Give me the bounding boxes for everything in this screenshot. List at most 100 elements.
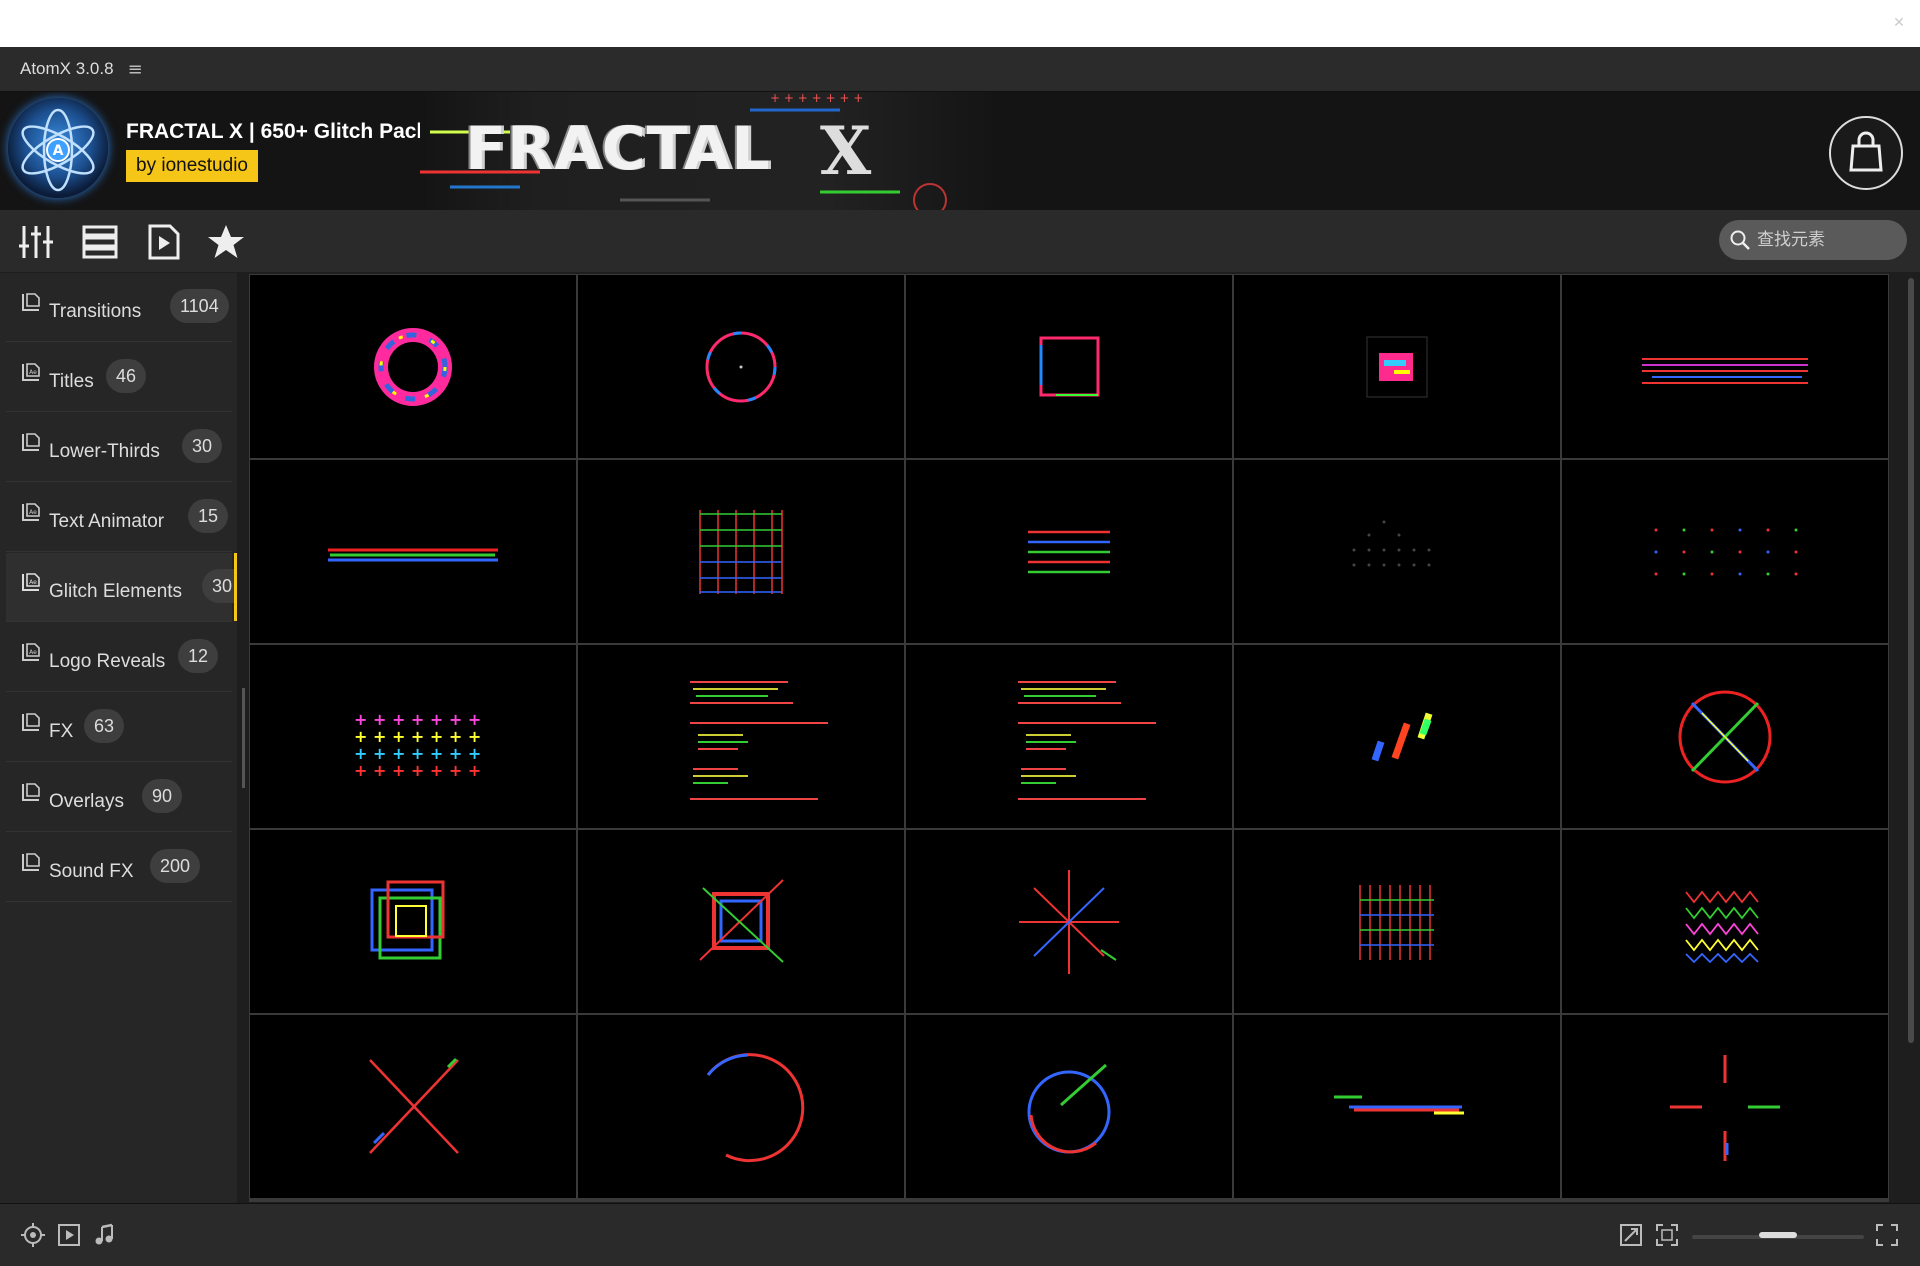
- mixer-sliders-icon[interactable]: [16, 222, 56, 262]
- app-title: AtomX 3.0.8: [20, 59, 114, 78]
- glitch-x-thumbnail[interactable]: [250, 1015, 576, 1198]
- category-label: Overlays: [49, 791, 124, 812]
- play-icon[interactable]: [56, 1222, 82, 1248]
- author-badge[interactable]: by ionestudio: [126, 150, 258, 182]
- glitch-square-x-thumbnail[interactable]: [578, 830, 904, 1013]
- author-name: ionestudio: [161, 155, 248, 176]
- svg-text:Ae: Ae: [29, 509, 37, 516]
- category-count-badge: 1104: [170, 289, 229, 323]
- svg-text:Ae: Ae: [29, 649, 37, 656]
- status-bar: [0, 1203, 1920, 1266]
- premiere-folder-icon: [22, 783, 40, 801]
- category-fx[interactable]: FX 63: [6, 693, 232, 762]
- glitch-waves-thumbnail[interactable]: [1562, 830, 1888, 1013]
- zoom-slider[interactable]: [1692, 1232, 1864, 1239]
- category-logo-reveals[interactable]: Ae Logo Reveals 12: [6, 623, 232, 692]
- glitch-mesh-thumbnail[interactable]: [1234, 830, 1560, 1013]
- after-effects-folder-icon: Ae: [22, 363, 40, 381]
- grid-scrollbar-thumb[interactable]: [1908, 278, 1914, 1043]
- media-file-icon[interactable]: [144, 222, 184, 262]
- category-label: Glitch Elements: [49, 581, 183, 602]
- toolbar: [0, 210, 1920, 272]
- window-top-strip: ✕: [0, 0, 1920, 47]
- after-effects-folder-icon: Ae: [22, 503, 40, 521]
- category-label: Text Animator: [49, 511, 165, 532]
- resize-icon[interactable]: [1618, 1222, 1644, 1248]
- author-prefix: by: [136, 155, 157, 176]
- category-glitch-elements[interactable]: Ae Glitch Elements 30: [6, 553, 237, 622]
- search-box[interactable]: [1719, 220, 1907, 260]
- category-lower-thirds[interactable]: Lower-Thirds 30: [6, 413, 232, 482]
- svg-text:+ + + + + + +: + + + + + + +: [770, 92, 863, 105]
- star-favorites-icon[interactable]: [206, 222, 246, 262]
- premiere-folder-icon: [22, 293, 40, 311]
- svg-text:A: A: [53, 143, 64, 159]
- category-label: Titles: [49, 371, 94, 392]
- category-text-animator[interactable]: Ae Text Animator 15: [6, 483, 232, 552]
- zoom-slider-knob[interactable]: [1759, 1232, 1797, 1238]
- grid-scrollbar[interactable]: [1906, 274, 1916, 1202]
- pack-title: FRACTAL X | 650+ Glitch Pack: [126, 120, 429, 143]
- category-count-badge: 63: [84, 709, 125, 743]
- glitch-ring-thumbnail[interactable]: [250, 275, 576, 458]
- banner-art-title: FRACTAL: [465, 114, 771, 184]
- after-effects-folder-icon: Ae: [22, 573, 40, 591]
- fit-screen-icon[interactable]: [1654, 1222, 1680, 1248]
- glitch-code-2-thumbnail[interactable]: [906, 645, 1232, 828]
- premiere-folder-icon: [22, 853, 40, 871]
- category-count-badge: 30: [182, 429, 223, 463]
- atomx-logo: A: [8, 98, 108, 198]
- glitch-circle-line-thumbnail[interactable]: [906, 1015, 1232, 1198]
- glitch-lines-thumbnail[interactable]: [1562, 275, 1888, 458]
- fullscreen-icon[interactable]: [1874, 1222, 1900, 1248]
- category-titles[interactable]: Ae Titles 46: [6, 343, 232, 412]
- svg-text:+ + + + + + +: + + + + + + +: [354, 761, 481, 780]
- glitch-dash-thumbnail[interactable]: [1234, 1015, 1560, 1198]
- category-count-badge: 15: [188, 499, 229, 533]
- music-note-icon[interactable]: [92, 1222, 118, 1248]
- glitch-crosses-thumbnail[interactable]: + + + + + + + + + + + + + + + + + + + + + +…: [250, 645, 576, 828]
- search-icon: [1729, 229, 1751, 251]
- category-label: Sound FX: [49, 861, 134, 882]
- list-view-icon[interactable]: [80, 222, 120, 262]
- category-count-badge: 30: [202, 569, 237, 603]
- glitch-grid-thumbnail[interactable]: [578, 460, 904, 643]
- glitch-square-thumbnail[interactable]: [906, 275, 1232, 458]
- category-label: FX: [49, 721, 74, 742]
- glitch-circle-x-thumbnail[interactable]: [1562, 645, 1888, 828]
- category-label: Logo Reveals: [49, 651, 166, 672]
- category-sidebar: Transitions 1104 Ae Titles 46 Lower-Thir…: [0, 273, 237, 1203]
- svg-text:Ae: Ae: [29, 369, 37, 376]
- glitch-crosshair-thumbnail[interactable]: [1562, 1015, 1888, 1198]
- glitch-circle-thumbnail[interactable]: [578, 275, 904, 458]
- glitch-squares-thumbnail[interactable]: [250, 830, 576, 1013]
- glitch-box-thumbnail[interactable]: [1234, 275, 1560, 458]
- target-icon[interactable]: [20, 1222, 46, 1248]
- glitch-bar-thumbnail[interactable]: [250, 460, 576, 643]
- element-grid: + + + + + + + + + + + + + + + + + + + + + +…: [249, 274, 1889, 1202]
- category-count-badge: 12: [178, 639, 219, 673]
- glitch-starburst-thumbnail[interactable]: [906, 830, 1232, 1013]
- glitch-code-thumbnail[interactable]: [578, 645, 904, 828]
- shopping-bag-icon[interactable]: [1829, 116, 1903, 190]
- glitch-slashes-thumbnail[interactable]: [1234, 645, 1560, 828]
- premiere-folder-icon: [22, 713, 40, 731]
- sidebar-scrollbar[interactable]: [242, 688, 245, 788]
- glitch-dots-thumbnail[interactable]: [1562, 460, 1888, 643]
- search-input[interactable]: [1755, 229, 1899, 251]
- after-effects-folder-icon: Ae: [22, 643, 40, 661]
- glitch-dots-faint-thumbnail[interactable]: [1234, 460, 1560, 643]
- hamburger-menu-icon[interactable]: ≡: [128, 59, 143, 80]
- glitch-stripes-thumbnail[interactable]: [906, 460, 1232, 643]
- category-overlays[interactable]: Overlays 90: [6, 763, 232, 832]
- glitch-arc-thumbnail[interactable]: [578, 1015, 904, 1198]
- category-count-badge: 90: [142, 779, 183, 813]
- category-count-badge: 200: [150, 849, 201, 883]
- premiere-folder-icon: [22, 433, 40, 451]
- svg-text:Ae: Ae: [29, 579, 37, 586]
- category-transitions[interactable]: Transitions 1104: [6, 273, 232, 342]
- category-sound-fx[interactable]: Sound FX 200: [6, 833, 232, 902]
- close-icon[interactable]: ✕: [1888, 12, 1910, 34]
- category-count-badge: 46: [106, 359, 147, 393]
- category-label: Transitions: [49, 301, 142, 322]
